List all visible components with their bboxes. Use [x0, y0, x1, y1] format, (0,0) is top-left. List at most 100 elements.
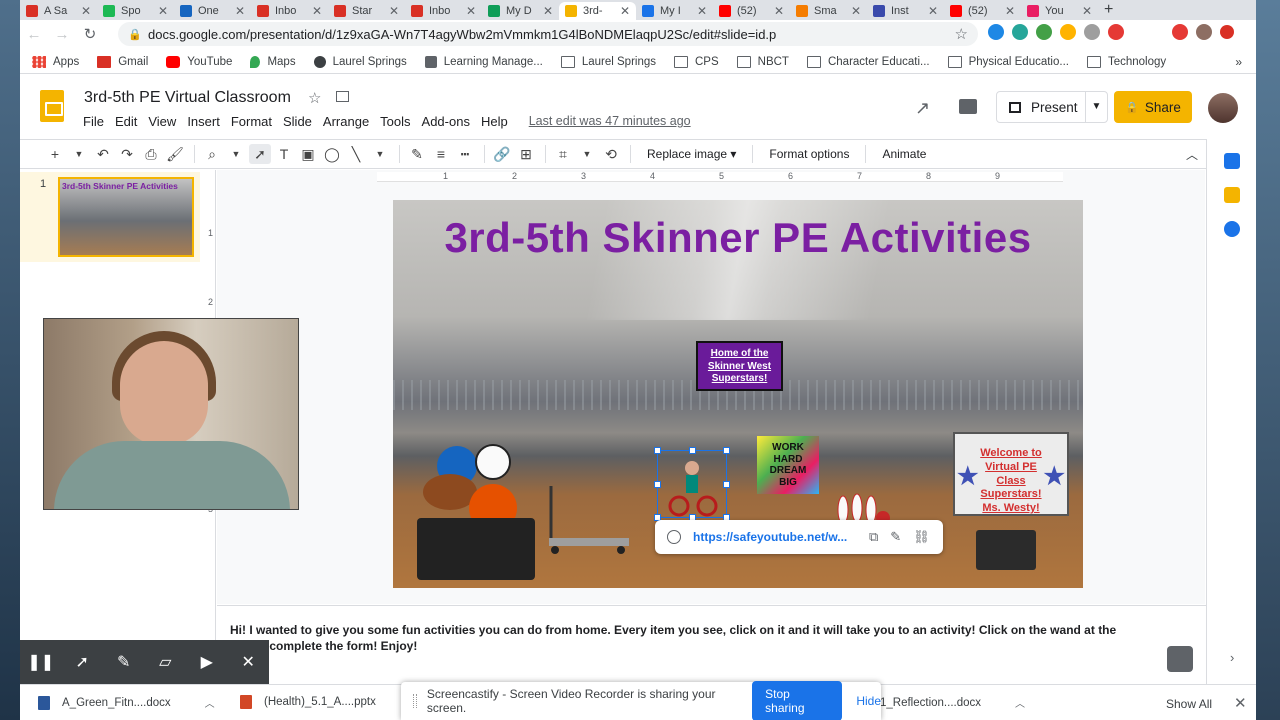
- format-options-button[interactable]: Format options: [769, 147, 849, 161]
- close-icon[interactable]: ✕: [228, 652, 270, 672]
- browser-tab[interactable]: 3rd- ✕: [559, 2, 636, 20]
- star-icon[interactable]: ☆: [308, 89, 321, 107]
- zoom-icon[interactable]: ⌕: [201, 144, 223, 164]
- collapse-chevron-icon[interactable]: ︿: [1186, 146, 1198, 163]
- tab-close-icon[interactable]: ✕: [235, 4, 245, 18]
- chevron-up-icon[interactable]: ︿: [205, 695, 215, 710]
- lock-icon[interactable]: 🔒: [128, 28, 142, 41]
- new-slide-plus-icon[interactable]: +: [44, 144, 66, 164]
- selection-box[interactable]: [654, 447, 730, 521]
- menu-format[interactable]: Format: [231, 114, 272, 129]
- bookmark-item[interactable]: Laurel Springs: [560, 55, 656, 68]
- tab-close-icon[interactable]: ✕: [1005, 4, 1015, 18]
- extension-icon[interactable]: [1036, 24, 1052, 40]
- new-tab-plus-icon[interactable]: +: [1104, 2, 1113, 20]
- resize-handle[interactable]: [723, 481, 730, 488]
- resize-handle[interactable]: [689, 447, 696, 454]
- bookmark-item[interactable]: Laurel Springs: [313, 55, 407, 68]
- tab-close-icon[interactable]: ✕: [774, 4, 784, 18]
- explore-icon[interactable]: [1167, 646, 1193, 672]
- boombox-image[interactable]: [976, 530, 1036, 570]
- dropdown-chevron-icon[interactable]: ▼: [225, 144, 247, 164]
- bookmarks-overflow-icon[interactable]: »: [1235, 55, 1242, 69]
- tab-close-icon[interactable]: ✕: [1082, 4, 1092, 18]
- back-arrow-icon[interactable]: ←: [20, 26, 48, 43]
- share-button[interactable]: 🔒 Share: [1114, 91, 1192, 123]
- text-box-icon[interactable]: T: [273, 144, 295, 164]
- keep-icon[interactable]: [1223, 187, 1240, 203]
- border-dash-icon[interactable]: ┅: [454, 144, 476, 164]
- replace-image-menu[interactable]: Replace image ▾: [647, 147, 736, 161]
- menu-arrange[interactable]: Arrange: [323, 114, 369, 129]
- dropdown-chevron-icon[interactable]: ▼: [68, 144, 90, 164]
- slide-thumbnail[interactable]: 3rd-5th Skinner PE Activities: [58, 177, 194, 257]
- reload-icon[interactable]: ↻: [76, 25, 104, 43]
- menu-slide[interactable]: Slide: [283, 114, 312, 129]
- link-url[interactable]: https://safeyoutube.net/w...: [693, 530, 857, 544]
- border-weight-icon[interactable]: ≡: [430, 144, 452, 164]
- menu-addons[interactable]: Add-ons: [422, 114, 470, 129]
- tab-close-icon[interactable]: ✕: [620, 4, 630, 18]
- download-item[interactable]: (Health)_5.1_A....pptx: [240, 695, 376, 709]
- cursor-icon[interactable]: ➚: [62, 652, 104, 672]
- speaker-notes-text[interactable]: Hi! I wanted to give you some fun activi…: [230, 622, 1130, 654]
- extension-icon[interactable]: [1172, 24, 1188, 40]
- bookmark-item[interactable]: Gmail: [97, 55, 148, 68]
- line-icon[interactable]: ╲: [345, 144, 367, 164]
- animate-button[interactable]: Animate: [882, 147, 926, 161]
- bookmark-item[interactable]: NBCT: [736, 55, 789, 68]
- resize-handle[interactable]: [723, 447, 730, 454]
- activity-trend-icon[interactable]: ↗: [915, 98, 930, 119]
- browser-tab[interactable]: A Sa ✕: [20, 2, 97, 20]
- resize-handle[interactable]: [654, 481, 661, 488]
- image-icon[interactable]: ▣: [297, 144, 319, 164]
- calendar-icon[interactable]: [1223, 153, 1240, 169]
- browser-tab[interactable]: My I ✕: [636, 2, 713, 20]
- tab-close-icon[interactable]: ✕: [543, 4, 553, 18]
- select-cursor-icon[interactable]: ➚: [249, 144, 271, 164]
- undo-icon[interactable]: ↶: [92, 144, 114, 164]
- scooter-cart-image[interactable]: [541, 476, 631, 556]
- tab-close-icon[interactable]: ✕: [928, 4, 938, 18]
- extension-icon[interactable]: [1012, 24, 1028, 40]
- extension-icon[interactable]: [1084, 24, 1100, 40]
- omnibox[interactable]: 🔒 docs.google.com/presentation/d/1z9xaGA…: [118, 22, 978, 46]
- doc-title[interactable]: 3rd-5th PE Virtual Classroom: [84, 89, 291, 107]
- welcome-sign-link[interactable]: ★ Welcome to Virtual PE Class Superstars…: [953, 432, 1069, 516]
- browser-tab[interactable]: Sma ✕: [790, 2, 867, 20]
- url-text[interactable]: docs.google.com/presentation/d/1z9xaGA-W…: [148, 27, 776, 42]
- browser-tab[interactable]: Star ✕: [328, 2, 405, 20]
- download-item[interactable]: 1_Reflection....docx ︿: [880, 695, 1025, 711]
- bookmark-item[interactable]: Learning Manage...: [424, 55, 543, 68]
- work-hard-sign-image[interactable]: WORK HARD DREAM BIG: [757, 436, 819, 494]
- menu-insert[interactable]: Insert: [187, 114, 220, 129]
- tasks-icon[interactable]: [1223, 221, 1240, 237]
- eraser-icon[interactable]: ▱: [145, 652, 187, 672]
- add-comment-icon[interactable]: ⊞: [515, 144, 537, 164]
- stop-sharing-button[interactable]: Stop sharing: [752, 681, 843, 720]
- bookmark-item[interactable]: Maps: [250, 55, 296, 68]
- pause-icon[interactable]: ❚❚: [20, 652, 62, 672]
- tab-close-icon[interactable]: ✕: [697, 4, 707, 18]
- drag-handle-icon[interactable]: [413, 694, 417, 708]
- menu-edit[interactable]: Edit: [115, 114, 137, 129]
- menu-view[interactable]: View: [148, 114, 176, 129]
- browser-tab[interactable]: You ✕: [1021, 2, 1098, 20]
- browser-tab[interactable]: (52) ✕: [713, 2, 790, 20]
- present-dropdown-chevron-icon[interactable]: ▼: [1085, 92, 1107, 122]
- browser-tab[interactable]: Spo ✕: [97, 2, 174, 20]
- bookmark-item[interactable]: YouTube: [166, 55, 232, 68]
- dropdown-chevron-icon[interactable]: ▼: [576, 144, 598, 164]
- border-color-icon[interactable]: ✎: [406, 144, 428, 164]
- tab-close-icon[interactable]: ✕: [158, 4, 168, 18]
- crop-icon[interactable]: ⌗: [552, 144, 574, 164]
- tab-close-icon[interactable]: ✕: [81, 4, 91, 18]
- edit-link-icon[interactable]: ✎: [890, 529, 901, 545]
- reset-image-icon[interactable]: ⟲: [600, 144, 622, 164]
- account-avatar[interactable]: [1208, 93, 1238, 123]
- browser-tab[interactable]: One ✕: [174, 2, 251, 20]
- bookmark-star-icon[interactable]: ☆: [955, 25, 968, 43]
- move-folder-icon[interactable]: [336, 91, 349, 102]
- slide-title[interactable]: 3rd-5th Skinner PE Activities: [393, 214, 1083, 262]
- menu-help[interactable]: Help: [481, 114, 508, 129]
